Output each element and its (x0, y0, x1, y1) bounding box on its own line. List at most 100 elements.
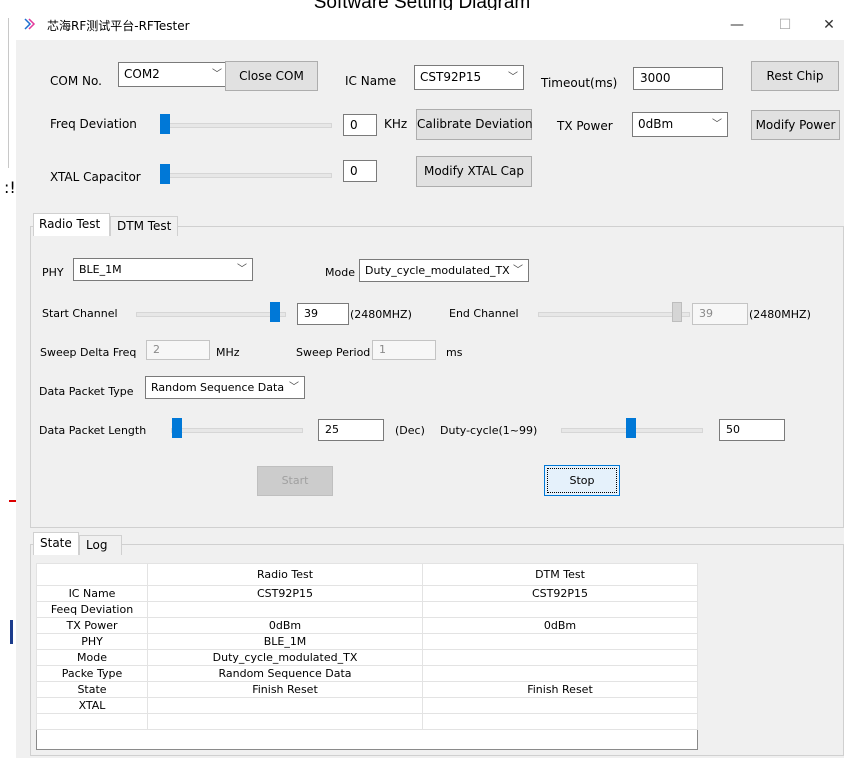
table-cell: BLE_1M (147, 633, 423, 650)
sweep-delta-label: Sweep Delta Freq (40, 346, 137, 359)
table-row: PHY BLE_1M (36, 633, 698, 650)
tab-state[interactable]: State (33, 532, 79, 555)
freq-deviation-slider-thumb[interactable] (160, 114, 170, 134)
row-label (36, 713, 148, 730)
close-com-button[interactable]: Close COM (225, 61, 318, 91)
start-channel-track[interactable] (136, 312, 286, 317)
duty-cycle-input[interactable]: 50 (719, 419, 785, 441)
row-label: Packe Type (36, 665, 148, 682)
packet-length-input[interactable]: 25 (318, 419, 384, 441)
packet-length-label: Data Packet Length (39, 424, 147, 437)
sweep-delta-unit: MHz (216, 346, 240, 359)
freq-unit-label: KHz (384, 117, 408, 131)
tx-power-select[interactable]: 0dBm ﹀ (632, 112, 728, 137)
duty-cycle-label: Duty-cycle(1~99) (440, 424, 538, 437)
stop-button[interactable]: Stop (544, 465, 620, 496)
start-channel-freq: (2480MHZ) (350, 308, 412, 321)
com-label: COM No. (50, 74, 102, 88)
tab-log[interactable]: Log (79, 535, 122, 555)
tx-power-label: TX Power (557, 119, 613, 133)
end-channel-slider-thumb[interactable] (672, 302, 682, 322)
table-cell (422, 633, 698, 650)
play-arrows-icon (24, 18, 36, 30)
sweep-period-label: Sweep Period (296, 346, 371, 359)
mode-label: Mode (325, 266, 355, 279)
table-cell (147, 697, 423, 714)
table-cell: Random Sequence Data (147, 665, 423, 682)
window-title: 芯海RF测试平台-RFTester (47, 19, 190, 33)
modify-power-button[interactable]: Modify Power (751, 110, 840, 140)
table-header-row: Radio Test DTM Test (36, 563, 698, 586)
title-bar[interactable]: 芯海RF测试平台-RFTester — ☐ ✕ (16, 10, 844, 40)
xtal-capacitor-label: XTAL Capacitor (50, 170, 141, 184)
table-cell: 0dBm (147, 617, 423, 634)
chevron-down-icon: ﹀ (513, 265, 523, 276)
freq-deviation-track[interactable] (160, 123, 332, 128)
duty-cycle-slider-thumb[interactable] (626, 418, 636, 438)
ic-name-label: IC Name (345, 74, 397, 88)
close-window-button[interactable]: ✕ (814, 14, 844, 36)
chevron-down-icon: ﹀ (508, 72, 518, 83)
sweep-period-unit: ms (446, 346, 463, 359)
reset-chip-button[interactable]: Rest Chip (751, 61, 839, 91)
tx-power-value: 0dBm (638, 117, 674, 131)
table-cell (422, 697, 698, 714)
table-header-cell: DTM Test (422, 563, 698, 586)
table-header-cell: Radio Test (147, 563, 423, 586)
table-cell: Finish Reset (422, 681, 698, 698)
sweep-delta-input[interactable]: 2 (146, 340, 210, 360)
tab-radio-test[interactable]: Radio Test (33, 213, 110, 236)
phy-value: BLE_1M (79, 263, 122, 276)
table-row: State Finish Reset Finish Reset (36, 681, 698, 698)
row-label: Mode (36, 649, 148, 666)
end-channel-track[interactable] (538, 312, 690, 317)
red-mark (9, 500, 16, 502)
packet-length-slider-thumb[interactable] (172, 418, 182, 438)
packet-length-unit: (Dec) (395, 424, 425, 437)
maximize-button[interactable]: ☐ (770, 14, 800, 36)
modify-xtal-cap-button[interactable]: Modify XTAL Cap (416, 156, 532, 187)
packet-type-select[interactable]: Random Sequence Data ﹀ (145, 376, 305, 399)
start-channel-input[interactable]: 39 (297, 303, 349, 325)
phy-select[interactable]: BLE_1M ﹀ (73, 258, 253, 281)
xtal-capacitor-input[interactable]: 0 (343, 160, 377, 182)
com-select[interactable]: COM2 ﹀ (118, 62, 228, 87)
com-value: COM2 (124, 67, 160, 81)
timeout-input[interactable]: 3000 (633, 67, 723, 90)
table-cell (422, 665, 698, 682)
freq-deviation-label: Freq Deviation (50, 117, 137, 131)
table-row (36, 713, 698, 730)
minimize-button[interactable]: — (722, 14, 752, 36)
timeout-label: Timeout(ms) (541, 76, 618, 90)
table-cell (422, 713, 698, 730)
start-button[interactable]: Start (257, 466, 333, 496)
blue-mark (10, 620, 13, 644)
table-row: Feeq Deviation (36, 601, 698, 618)
table-cell (147, 601, 423, 618)
table-row: XTAL (36, 697, 698, 714)
xtal-capacitor-track[interactable] (160, 173, 332, 178)
packet-type-value: Random Sequence Data (151, 381, 285, 394)
calibrate-deviation-button[interactable]: Calibrate Deviation (416, 109, 533, 140)
xtal-capacitor-slider-thumb[interactable] (160, 164, 170, 184)
freq-deviation-input[interactable]: 0 (343, 114, 377, 136)
packet-length-track[interactable] (171, 428, 303, 433)
table-row: Packe Type Random Sequence Data (36, 665, 698, 682)
table-row: TX Power 0dBm 0dBm (36, 617, 698, 634)
phy-label: PHY (42, 266, 64, 279)
ic-name-select[interactable]: CST92P15 ﹀ (414, 65, 524, 90)
chevron-down-icon: ﹀ (237, 264, 247, 275)
chevron-down-icon: ﹀ (212, 69, 222, 80)
mode-select[interactable]: Duty_cycle_modulated_TX ﹀ (359, 259, 529, 282)
start-channel-slider-thumb[interactable] (270, 302, 280, 322)
packet-type-label: Data Packet Type (39, 385, 134, 398)
table-cell: Finish Reset (147, 681, 423, 698)
tab-dtm-test[interactable]: DTM Test (110, 216, 178, 236)
end-channel-label: End Channel (449, 307, 519, 320)
mode-value: Duty_cycle_modulated_TX (365, 264, 510, 277)
sweep-period-input[interactable]: 1 (372, 340, 436, 360)
end-channel-input[interactable]: 39 (692, 303, 748, 325)
row-label: PHY (36, 633, 148, 650)
row-label: State (36, 681, 148, 698)
row-label: IC Name (36, 585, 148, 602)
